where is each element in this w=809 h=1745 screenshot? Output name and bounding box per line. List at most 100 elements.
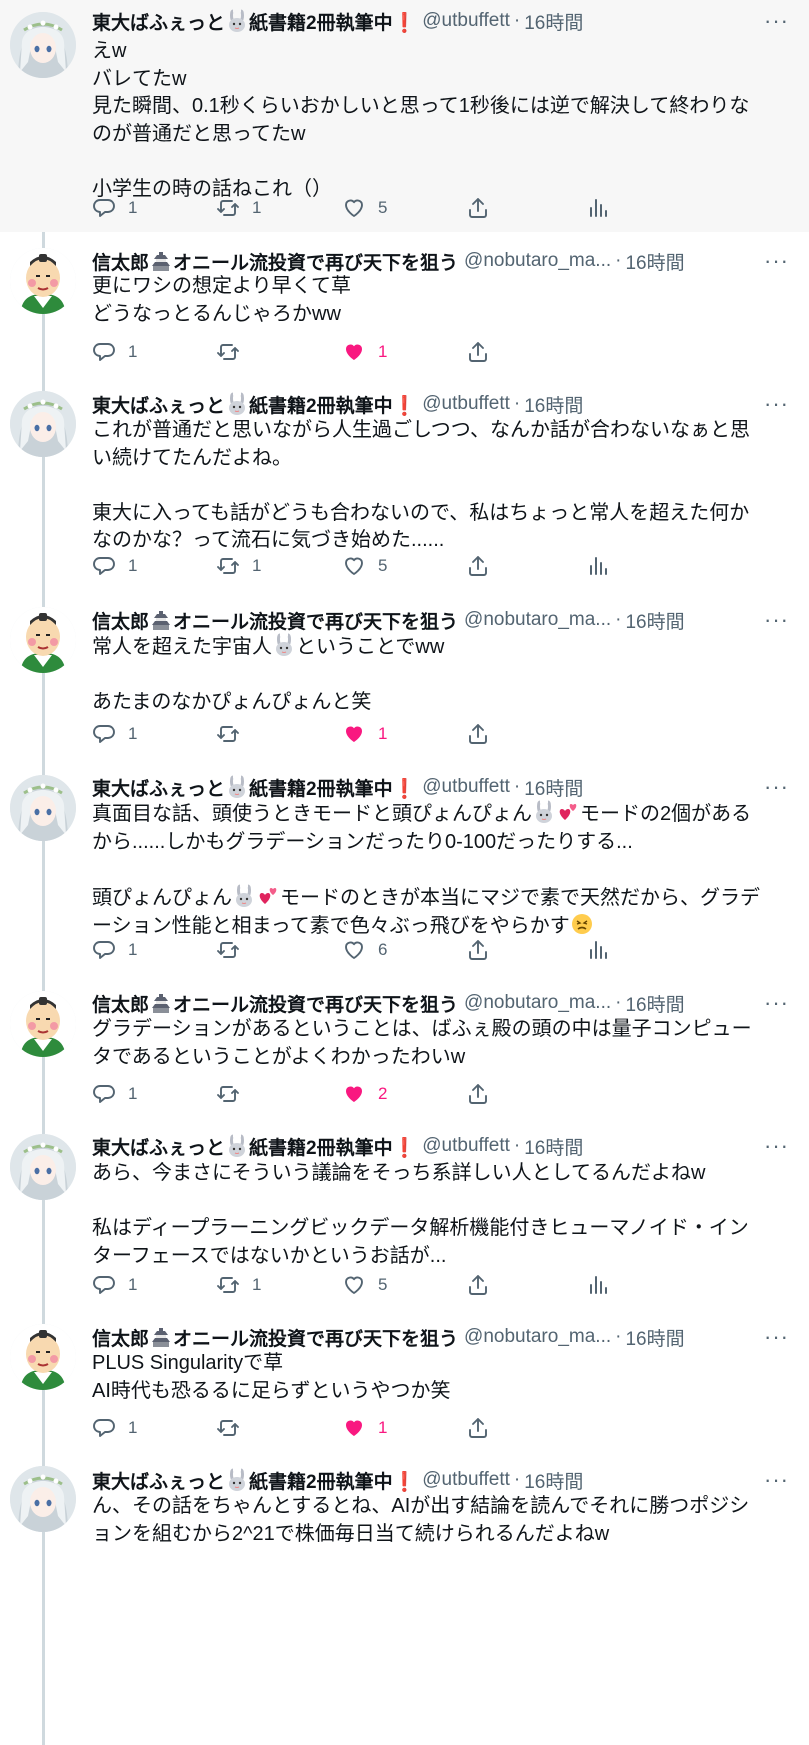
- user-handle[interactable]: @nobutaro_ma...: [464, 1326, 611, 1348]
- tweet[interactable]: 信太郎 オニール流投資で再び天下を狙う @nobutaro_ma... · 16時間 ··…: [0, 972, 809, 1112]
- display-name[interactable]: 東大ばふぇっと 紙書籍2冊執筆中❗: [92, 391, 416, 418]
- timestamp[interactable]: 16時間: [625, 248, 684, 275]
- display-name[interactable]: 信太郎 オニール流投資で再び天下を狙う: [92, 248, 458, 275]
- more-options-icon[interactable]: ···: [764, 774, 789, 800]
- like-count: 5: [378, 1275, 388, 1294]
- more-options-icon[interactable]: ···: [764, 990, 789, 1016]
- retweet-button[interactable]: 1: [216, 1271, 261, 1299]
- more-options-icon[interactable]: ···: [764, 248, 789, 274]
- timestamp[interactable]: 16時間: [524, 774, 583, 801]
- avatar[interactable]: [10, 1466, 76, 1532]
- tweet[interactable]: 東大ばふぇっと 紙書籍2冊執筆中❗ @utbuffett · 16時間 ··· ん、その話を…: [0, 1448, 809, 1745]
- like-button[interactable]: 5: [342, 194, 387, 222]
- like-button[interactable]: 5: [342, 552, 387, 580]
- reply-icon: [93, 557, 115, 575]
- user-handle[interactable]: @utbuffett: [422, 1135, 510, 1157]
- avatar[interactable]: [10, 1134, 76, 1200]
- tweet[interactable]: 東大ばふぇっと 紙書籍2冊執筆中❗ @utbuffett · 16時間 ··· これが普通だ…: [0, 372, 809, 604]
- like-button[interactable]: 5: [342, 1271, 387, 1299]
- tweet[interactable]: 東大ばふぇっと 紙書籍2冊執筆中❗ @utbuffett · 16時間 ··· えw バレてた…: [0, 0, 809, 232]
- analytics-button[interactable]: [586, 936, 610, 964]
- analytics-button[interactable]: [586, 1271, 610, 1299]
- reply-button[interactable]: 1: [92, 1414, 137, 1442]
- avatar[interactable]: [10, 1324, 76, 1390]
- share-button[interactable]: [466, 1414, 490, 1442]
- more-options-icon[interactable]: ···: [764, 1467, 789, 1493]
- analytics-button[interactable]: [586, 194, 610, 222]
- reply-button[interactable]: 1: [92, 936, 137, 964]
- display-name[interactable]: 信太郎 オニール流投資で再び天下を狙う: [92, 1324, 458, 1351]
- tweet[interactable]: 信太郎 オニール流投資で再び天下を狙う @nobutaro_ma... · 16時間 ··…: [0, 588, 809, 768]
- timestamp[interactable]: 16時間: [625, 1324, 684, 1351]
- tweet[interactable]: 信太郎 オニール流投資で再び天下を狙う @nobutaro_ma... · 16時間 ··…: [0, 232, 809, 372]
- share-button[interactable]: [466, 936, 490, 964]
- display-name[interactable]: 東大ばふぇっと 紙書籍2冊執筆中❗: [92, 774, 416, 801]
- share-button[interactable]: [466, 194, 490, 222]
- unlike-button[interactable]: 1: [342, 1414, 387, 1442]
- retweet-button[interactable]: [216, 338, 240, 366]
- reply-icon: [93, 725, 115, 743]
- timestamp[interactable]: 16時間: [524, 1133, 583, 1160]
- reply-button[interactable]: 1: [92, 194, 137, 222]
- share-button[interactable]: [466, 338, 490, 366]
- display-name[interactable]: 信太郎 オニール流投資で再び天下を狙う: [92, 607, 458, 634]
- retweet-button[interactable]: [216, 936, 240, 964]
- retweet-button[interactable]: 1: [216, 194, 261, 222]
- separator-dot: ·: [513, 1469, 521, 1490]
- share-button[interactable]: [466, 720, 490, 748]
- reply-button[interactable]: 1: [92, 338, 137, 366]
- reply-count: 1: [128, 940, 138, 959]
- user-handle[interactable]: @nobutaro_ma...: [464, 609, 611, 631]
- reply-button[interactable]: 1: [92, 1080, 137, 1108]
- user-handle[interactable]: @utbuffett: [422, 1469, 510, 1491]
- timestamp[interactable]: 16時間: [625, 990, 684, 1017]
- display-name[interactable]: 東大ばふぇっと 紙書籍2冊執筆中❗: [92, 1467, 416, 1494]
- analytics-button[interactable]: [586, 552, 610, 580]
- unlike-button[interactable]: 1: [342, 720, 387, 748]
- tweet[interactable]: 東大ばふぇっと 紙書籍2冊執筆中❗ @utbuffett · 16時間 ··· あら、今まさ…: [0, 1116, 809, 1316]
- reply-button[interactable]: 1: [92, 552, 137, 580]
- more-options-icon[interactable]: ···: [764, 391, 789, 417]
- reply-button[interactable]: 1: [92, 720, 137, 748]
- avatar[interactable]: [10, 248, 76, 314]
- share-button[interactable]: [466, 1271, 490, 1299]
- display-name[interactable]: 信太郎 オニール流投資で再び天下を狙う: [92, 990, 458, 1017]
- timestamp[interactable]: 16時間: [524, 1467, 583, 1494]
- unlike-button[interactable]: 1: [342, 338, 387, 366]
- more-options-icon[interactable]: ···: [764, 1324, 789, 1350]
- display-name[interactable]: 東大ばふぇっと 紙書籍2冊執筆中❗: [92, 8, 416, 35]
- avatar[interactable]: [10, 12, 76, 78]
- like-button[interactable]: 6: [342, 936, 387, 964]
- retweet-button[interactable]: [216, 720, 240, 748]
- avatar[interactable]: [10, 775, 76, 841]
- timestamp[interactable]: 16時間: [625, 607, 684, 634]
- avatar[interactable]: [10, 607, 76, 673]
- share-icon: [469, 940, 487, 960]
- more-options-icon[interactable]: ···: [764, 1133, 789, 1159]
- analytics-icon: [590, 557, 607, 575]
- user-handle[interactable]: @utbuffett: [422, 776, 510, 798]
- retweet-button[interactable]: [216, 1080, 240, 1108]
- tweet-text: 真面目な話、頭使うときモードと頭ぴょんぴょん モードの2個がある から......し…: [92, 800, 795, 941]
- user-handle[interactable]: @nobutaro_ma...: [464, 250, 611, 272]
- share-button[interactable]: [466, 552, 490, 580]
- timestamp[interactable]: 16時間: [524, 8, 583, 35]
- liked-heart-icon: [346, 344, 362, 360]
- user-handle[interactable]: @utbuffett: [422, 393, 510, 415]
- retweet-button[interactable]: 1: [216, 552, 261, 580]
- unlike-button[interactable]: 2: [342, 1080, 387, 1108]
- user-handle[interactable]: @nobutaro_ma...: [464, 992, 611, 1014]
- user-handle[interactable]: @utbuffett: [422, 10, 510, 32]
- more-options-icon[interactable]: ···: [764, 607, 789, 633]
- share-button[interactable]: [466, 1080, 490, 1108]
- avatar[interactable]: [10, 391, 76, 457]
- display-name[interactable]: 東大ばふぇっと 紙書籍2冊執筆中❗: [92, 1133, 416, 1160]
- timestamp[interactable]: 16時間: [524, 391, 583, 418]
- reply-button[interactable]: 1: [92, 1271, 137, 1299]
- avatar[interactable]: [10, 991, 76, 1057]
- retweet-button[interactable]: [216, 1414, 240, 1442]
- more-options-icon[interactable]: ···: [764, 8, 789, 34]
- tweet[interactable]: 東大ばふぇっと 紙書籍2冊執筆中❗ @utbuffett · 16時間 ··· 真面目な話、…: [0, 756, 809, 988]
- japanese-castle-emoji-icon: [152, 1327, 171, 1347]
- tweet[interactable]: 信太郎 オニール流投資で再び天下を狙う @nobutaro_ma... · 16時間 ··…: [0, 1304, 809, 1444]
